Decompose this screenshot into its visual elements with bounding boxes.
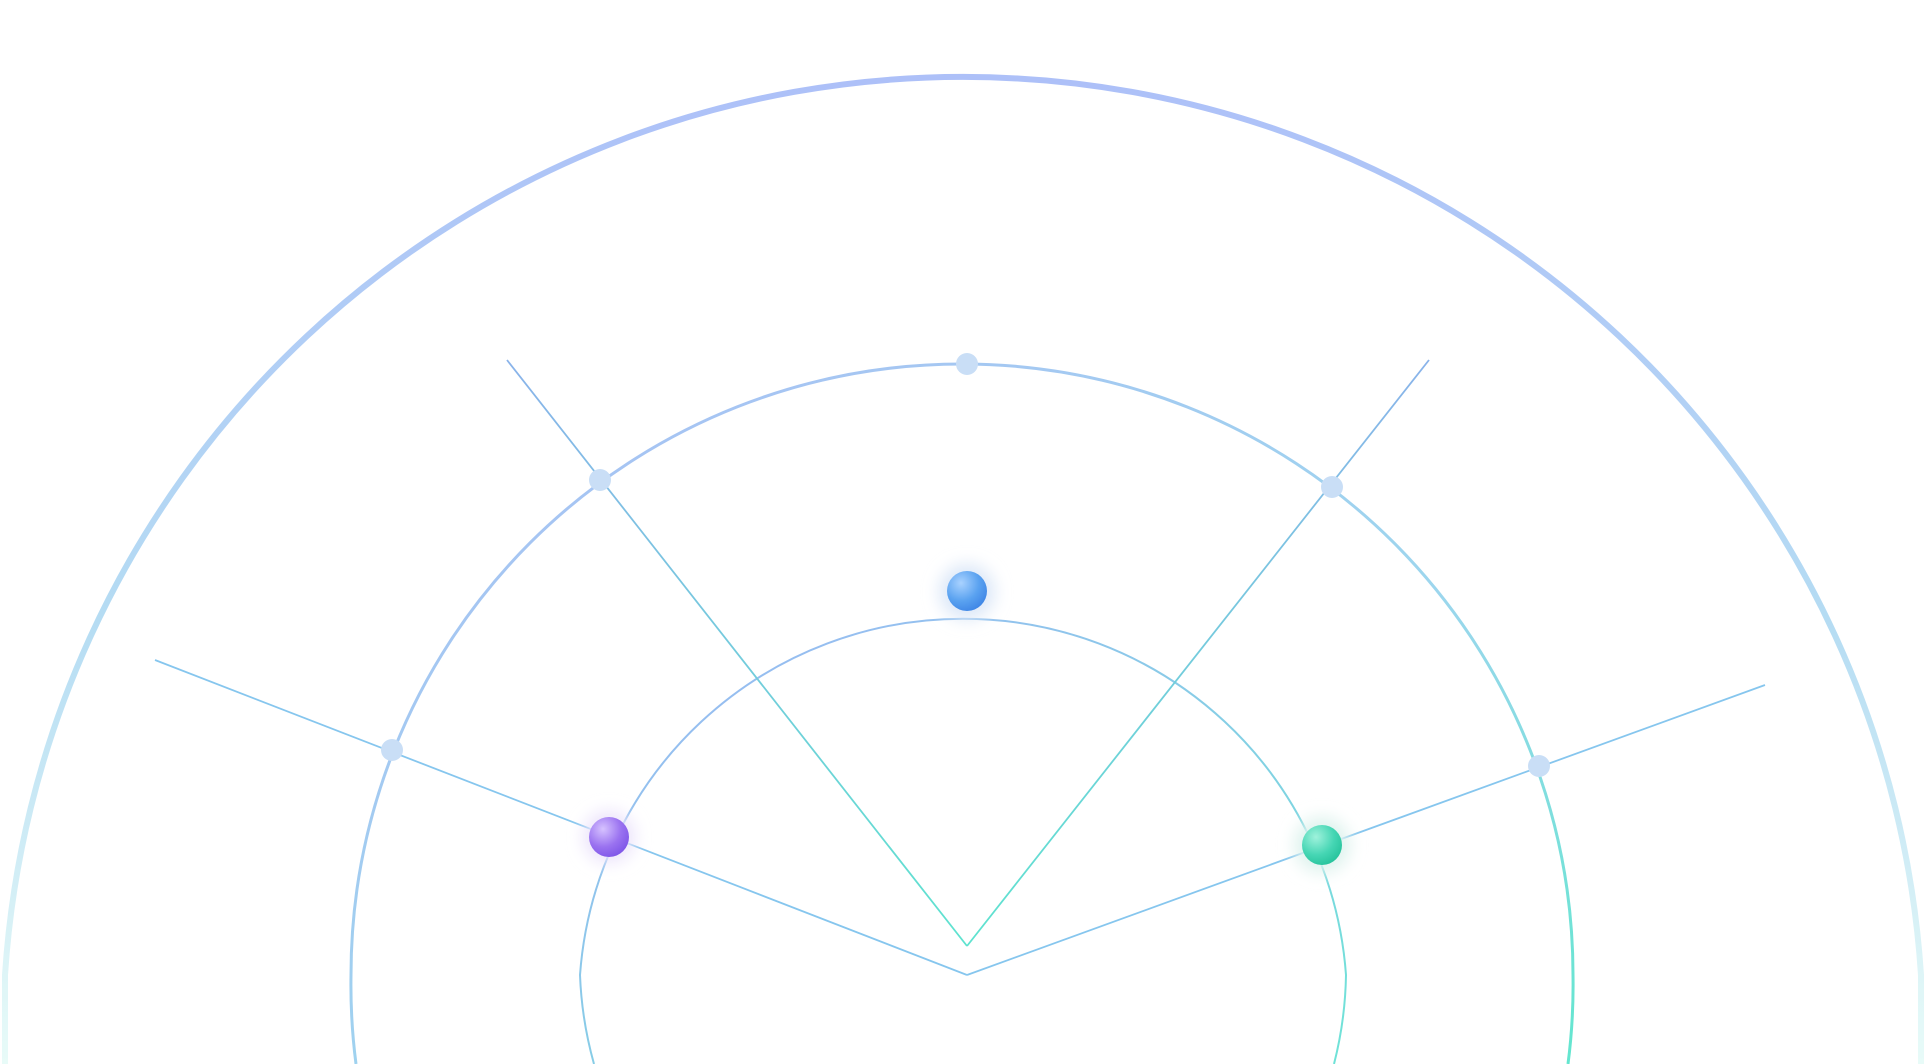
node-center-blue[interactable] (947, 571, 987, 611)
spoke-right-low (966, 684, 1766, 976)
node-left-purple[interactable] (589, 817, 629, 857)
spoke-left-low (154, 659, 968, 976)
spoke-right-high (966, 359, 1430, 947)
marker-right (1528, 755, 1550, 777)
inner-ring (578, 617, 1348, 1064)
radial-diagram (1, 74, 1924, 1064)
marker-left (381, 739, 403, 761)
marker-top (956, 353, 978, 375)
spoke-left-high (506, 359, 968, 947)
marker-upper-left (589, 469, 611, 491)
node-right-green[interactable] (1302, 825, 1342, 865)
middle-ring (349, 362, 1575, 1064)
marker-upper-right (1321, 476, 1343, 498)
